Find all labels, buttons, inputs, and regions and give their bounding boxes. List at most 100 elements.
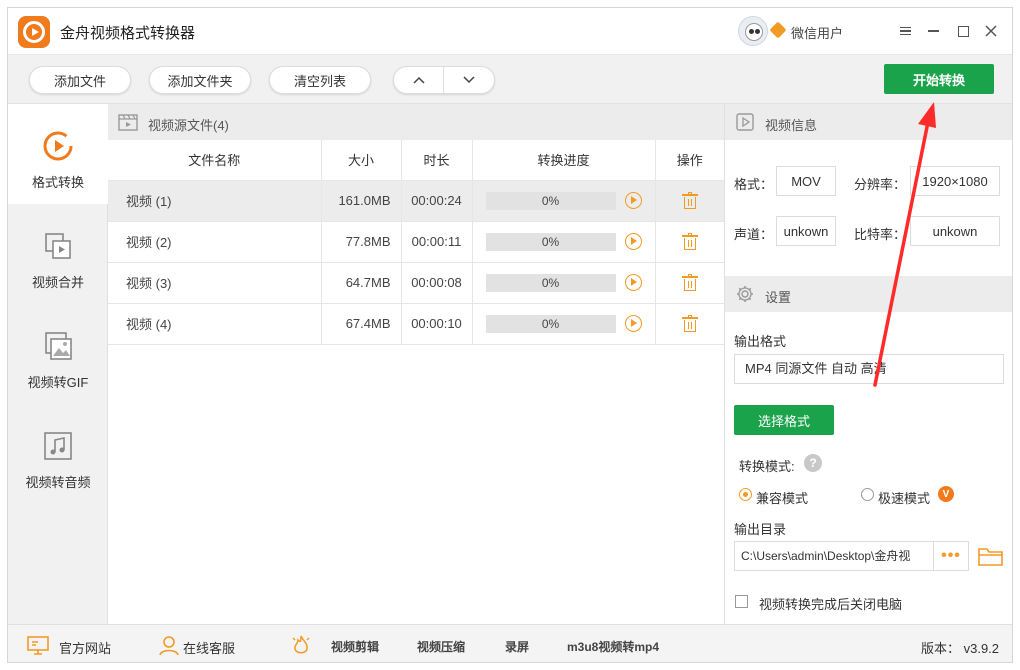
settings-title: 设置 <box>765 290 792 305</box>
user-name[interactable]: 微信用户 <box>791 23 843 42</box>
title-bar: 金舟视频格式转换器 微信用户 <box>8 8 1012 54</box>
play-icon[interactable] <box>624 315 642 332</box>
bitrate-label: 比特率： <box>854 227 907 242</box>
support-icon <box>159 636 179 656</box>
column-header-duration: 时长 <box>401 140 473 181</box>
column-header-size: 大小 <box>321 140 402 181</box>
audio-icon <box>42 430 74 462</box>
gif-icon <box>42 330 74 362</box>
app-title: 金舟视频格式转换器 <box>60 25 196 42</box>
sidebar-item-label: 格式转换 <box>31 175 84 190</box>
vip-badge-icon: V <box>938 486 954 502</box>
file-name: 视频 (4) <box>108 303 322 345</box>
start-convert-button[interactable]: 开始转换 <box>884 64 994 94</box>
format-value: MOV <box>776 166 836 196</box>
play-icon[interactable] <box>624 233 642 250</box>
shutdown-checkbox[interactable] <box>735 595 748 608</box>
progress-bar: 0% <box>485 232 616 251</box>
table-row[interactable]: 视频 (1) 161.0MB 00:00:24 0% <box>108 180 724 222</box>
play-icon[interactable] <box>624 274 642 291</box>
file-table: 文件名称 大小 时长 转换进度 操作 视频 (1) 161.0MB 00:00:… <box>108 140 724 345</box>
browse-dots-button[interactable]: ••• <box>934 541 969 571</box>
file-name: 视频 (2) <box>108 221 322 263</box>
gear-icon <box>737 286 753 302</box>
screen-record-link[interactable]: 录屏 <box>505 638 529 655</box>
mode-label: 转换模式: <box>739 459 795 474</box>
menu-icon[interactable] <box>894 20 916 42</box>
video-source-icon <box>118 114 138 131</box>
folder-icon[interactable] <box>978 546 1003 566</box>
video-info-header: 视频信息 <box>725 104 1012 140</box>
file-duration: 00:00:10 <box>401 303 473 345</box>
chevron-up-icon[interactable] <box>394 67 444 93</box>
move-button-group <box>393 66 495 94</box>
video-info-title: 视频信息 <box>765 118 818 133</box>
file-list-header: 视频源文件(4) <box>108 104 724 140</box>
video-info-icon <box>736 113 754 131</box>
user-avatar[interactable] <box>738 16 768 46</box>
compatible-mode-label[interactable]: 兼容模式 <box>756 488 808 507</box>
right-panel: 视频信息 格式： MOV 分辨率： 1920×1080 声道： unkown 比… <box>724 104 1012 624</box>
clear-list-button[interactable]: 清空列表 <box>269 66 371 94</box>
trash-icon[interactable] <box>681 273 698 291</box>
website-link[interactable]: 官方网站 <box>59 638 111 657</box>
file-size: 161.0MB <box>321 180 402 222</box>
maximize-icon[interactable] <box>952 20 974 42</box>
table-row[interactable]: 视频 (3) 64.7MB 00:00:08 0% <box>108 262 724 304</box>
column-header-progress: 转换进度 <box>472 140 656 181</box>
settings-header: 设置 <box>725 276 1012 312</box>
radio-fast-mode[interactable] <box>861 488 874 501</box>
format-label: 格式： <box>734 177 774 192</box>
close-icon[interactable] <box>980 20 1002 42</box>
trash-icon[interactable] <box>681 232 698 250</box>
add-folder-button[interactable]: 添加文件夹 <box>149 66 251 94</box>
sidebar-item-label: 视频转音频 <box>25 475 91 490</box>
app-window: 金舟视频格式转换器 微信用户 添加文件 添加文件夹 清空列表 开始转换 格式转换… <box>7 7 1013 663</box>
chevron-down-icon[interactable] <box>444 67 494 93</box>
vip-diamond-icon <box>769 21 787 39</box>
minimize-icon[interactable] <box>922 20 944 42</box>
channel-value: unkown <box>776 216 836 246</box>
toolbar: 添加文件 添加文件夹 清空列表 开始转换 <box>8 54 1012 104</box>
video-edit-link[interactable]: 视频剪辑 <box>331 638 379 655</box>
file-duration: 00:00:08 <box>401 262 473 304</box>
version-text: 版本： v3.9.2 <box>921 641 1000 656</box>
add-file-button[interactable]: 添加文件 <box>29 66 131 94</box>
sidebar-item-video-to-audio[interactable]: 视频转音频 <box>8 404 108 504</box>
play-icon[interactable] <box>624 192 642 209</box>
table-row[interactable]: 视频 (4) 67.4MB 00:00:10 0% <box>108 303 724 345</box>
file-size: 77.8MB <box>321 221 402 263</box>
file-list-panel: 视频源文件(4) 文件名称 大小 时长 转换进度 操作 视频 (1) 161.0… <box>108 104 724 624</box>
table-row[interactable]: 视频 (2) 77.8MB 00:00:11 0% <box>108 221 724 263</box>
channel-label: 声道： <box>734 227 774 242</box>
select-format-button[interactable]: 选择格式 <box>734 405 834 435</box>
support-link[interactable]: 在线客服 <box>183 638 235 657</box>
file-name: 视频 (1) <box>108 180 322 222</box>
fast-mode-label[interactable]: 极速模式 <box>878 488 930 507</box>
merge-icon <box>42 230 74 262</box>
file-name: 视频 (3) <box>108 262 322 304</box>
output-dir-label: 输出目录 <box>734 522 787 537</box>
progress-bar: 0% <box>485 314 616 333</box>
convert-icon <box>42 130 74 162</box>
m3u8-link[interactable]: m3u8视频转mp4 <box>567 638 659 655</box>
sidebar-item-format-convert[interactable]: 格式转换 <box>8 104 108 204</box>
sidebar-item-video-to-gif[interactable]: 视频转GIF <box>8 304 108 404</box>
trash-icon[interactable] <box>681 191 698 209</box>
progress-bar: 0% <box>485 191 616 210</box>
video-compress-link[interactable]: 视频压缩 <box>417 638 465 655</box>
radio-compatible-mode[interactable] <box>739 488 752 501</box>
sidebar-item-label: 视频合并 <box>31 275 84 290</box>
output-dir-field[interactable]: C:\Users\admin\Desktop\金舟视 <box>734 541 934 571</box>
help-icon[interactable]: ? <box>804 454 822 472</box>
column-header-name: 文件名称 <box>108 140 322 181</box>
sidebar-item-video-merge[interactable]: 视频合并 <box>8 204 108 304</box>
shutdown-label[interactable]: 视频转换完成后关闭电脑 <box>759 594 902 613</box>
output-format-field[interactable]: MP4 同源文件 自动 高清 <box>734 354 1004 384</box>
trash-icon[interactable] <box>681 314 698 332</box>
file-duration: 00:00:24 <box>401 180 473 222</box>
file-duration: 00:00:11 <box>401 221 473 263</box>
monitor-icon <box>27 636 49 655</box>
file-size: 67.4MB <box>321 303 402 345</box>
bitrate-value: unkown <box>910 216 1000 246</box>
